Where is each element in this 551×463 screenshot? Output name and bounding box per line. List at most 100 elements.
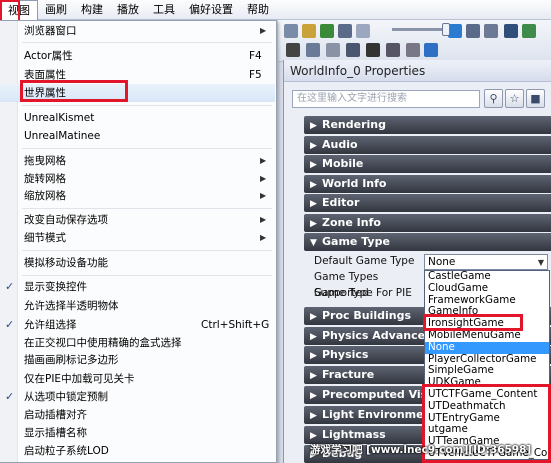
menu-item-detail-mode[interactable]: 细节模式 ▶ (0, 229, 275, 247)
option-mobilemenugame[interactable]: MobileMenuGame (425, 329, 549, 342)
menu-item-actor-properties[interactable]: Actor属性 F4 (0, 47, 275, 65)
menu-item-browser-windows[interactable]: 浏览器窗口 ▶ (0, 22, 275, 40)
menu-item-label: 启动粒子系统LOD (24, 445, 109, 457)
category-world-info[interactable]: ▶ World Info (304, 175, 551, 193)
tool-icon-e[interactable] (286, 43, 300, 57)
editor-toolbar (278, 20, 551, 62)
search-button[interactable]: ⚲ (484, 89, 503, 108)
menu-tools[interactable]: 工具 (146, 0, 182, 20)
submenu-arrow-icon: ▶ (260, 215, 267, 224)
menu-item-socket-snapping[interactable]: 启动插槽对齐 (0, 406, 275, 424)
menu-separator (22, 148, 272, 149)
play-icon[interactable] (424, 43, 438, 57)
menu-separator (22, 208, 272, 209)
menu-item-label: 显示插槽名称 (24, 427, 87, 439)
tool-icon-a[interactable] (284, 24, 298, 38)
submenu-arrow-icon: ▶ (260, 26, 267, 35)
menu-item-world-properties[interactable]: 世界属性 (0, 84, 275, 102)
selected-value: None (428, 256, 456, 268)
menu-brush[interactable]: 画刷 (38, 0, 74, 20)
category-label: Audio (322, 138, 358, 151)
menu-item-autosave-options[interactable]: 改变自动保存选项 ▶ (0, 211, 275, 229)
category-zone-info[interactable]: ▶ Zone Info (304, 214, 551, 232)
menu-item-label: 拖曳网格 (24, 155, 66, 167)
tool-icon-m[interactable] (484, 24, 498, 38)
menu-build[interactable]: 构建 (74, 0, 110, 20)
expand-arrow-icon: ▶ (310, 371, 317, 381)
menu-item-emulate-mobile[interactable]: 模拟移动设备功能 (0, 254, 275, 272)
tool-icon-i[interactable] (386, 43, 400, 57)
menu-item-label: 旋转网格 (24, 173, 66, 185)
category-game-type[interactable]: ▼ Game Type (304, 233, 551, 251)
menu-preferences[interactable]: 偏好设置 (182, 0, 240, 20)
properties-title: WorldInfo_0 Properties (284, 60, 551, 82)
menu-item-select-translucent[interactable]: 允许选择半透明物体 (0, 297, 275, 315)
menu-item-label: 浏览器窗口 (24, 25, 77, 37)
menu-item-draw-brush-markers[interactable]: 描画画刷标记多边形 (0, 351, 275, 369)
prop-game-type-for-pie: Game Type For PIE (314, 287, 412, 299)
tool-icon-l[interactable] (466, 24, 480, 38)
category-editor[interactable]: ▶ Editor (304, 194, 551, 212)
tool-icon-c[interactable] (338, 24, 352, 38)
category-rendering[interactable]: ▶ Rendering (304, 116, 551, 134)
option-utctfgame-content[interactable]: UTCTFGame_Content (425, 388, 549, 401)
menu-item-lock-prefabs[interactable]: ✓ 从选项中锁定预制 (0, 388, 275, 406)
zoom-slider-knob[interactable] (442, 23, 450, 36)
kismet-icon[interactable] (320, 24, 334, 38)
expand-arrow-icon: ▶ (310, 312, 317, 322)
menu-item-load-visible-levels-pie[interactable]: 仅在PIE中加载可见关卡 (0, 370, 275, 388)
menu-item-show-transform-widget[interactable]: ✓ 显示变换控件 (0, 278, 275, 296)
eye-icon[interactable] (326, 43, 340, 57)
tool-icon-j[interactable] (406, 43, 420, 57)
tool-icon-b[interactable] (302, 24, 316, 38)
menu-item-drag-grid[interactable]: 拖曳网格 ▶ (0, 152, 275, 170)
menu-item-label: 描画画刷标记多边形 (24, 354, 119, 366)
menu-separator (22, 250, 272, 251)
default-game-type-select[interactable]: None ▼ (424, 254, 548, 270)
menu-item-show-socket-names[interactable]: 显示插槽名称 (0, 424, 275, 442)
expand-arrow-icon: ▶ (310, 391, 317, 401)
menu-item-rotation-grid[interactable]: 旋转网格 ▶ (0, 170, 275, 188)
submenu-arrow-icon: ▶ (260, 156, 267, 165)
menu-item-group-selection[interactable]: ✓ 允许组选择 Ctrl+Shift+G (0, 316, 275, 334)
menu-item-unrealmatinee[interactable]: UnrealMatinee (0, 127, 275, 145)
search-input[interactable]: 在这里输入文字进行搜索 (292, 90, 480, 108)
menu-help[interactable]: 帮助 (240, 0, 276, 20)
menu-item-label: 允许组选择 (24, 319, 77, 331)
option-none[interactable]: None (425, 341, 549, 354)
tool-icon-h[interactable] (366, 43, 380, 57)
menu-item-scale-grid[interactable]: 缩放网格 ▶ (0, 187, 275, 205)
menu-item-unrealkismet[interactable]: UnrealKismet (0, 109, 275, 127)
tool-icon-g[interactable] (346, 43, 360, 57)
menu-separator (22, 105, 272, 106)
option-utdeathmatch[interactable]: UTDeathmatch (425, 400, 549, 413)
menu-item-shortcut: F4 (249, 50, 262, 62)
expand-arrow-icon: ▶ (310, 180, 317, 190)
menu-item-surface-properties[interactable]: 表面属性 F5 (0, 66, 275, 84)
lock-icon[interactable]: ■ (526, 89, 545, 108)
category-mobile[interactable]: ▶ Mobile (304, 155, 551, 173)
menu-item-strict-box-selection[interactable]: 在正交视口中使用精确的盒式选择 (0, 334, 275, 352)
checkmark-icon: ✓ (5, 390, 15, 403)
expand-arrow-icon: ▶ (310, 332, 317, 342)
menu-separator (22, 275, 272, 276)
star-icon[interactable]: ☆ (505, 89, 524, 108)
chevron-down-icon: ▼ (537, 258, 544, 267)
category-label: Lightmass (322, 428, 386, 441)
tool-icon-k[interactable] (448, 24, 462, 38)
menu-view[interactable]: 视图 (0, 0, 38, 21)
shield-icon[interactable] (504, 24, 518, 38)
tool-icon-n[interactable] (522, 24, 536, 38)
tool-icon-f[interactable] (306, 43, 320, 57)
menu-bar: 视图 画刷 构建 播放 工具 偏好设置 帮助 (0, 0, 551, 21)
category-label: Fracture (322, 368, 375, 381)
menu-play[interactable]: 播放 (110, 0, 146, 20)
menu-item-particle-lod[interactable]: 启动粒子系统LOD (0, 442, 275, 460)
menu-item-shortcut: F5 (249, 69, 262, 81)
menu-item-label: 允许选择半透明物体 (24, 300, 119, 312)
tool-icon-d[interactable] (356, 24, 370, 38)
menu-item-label: 模拟移动设备功能 (24, 257, 108, 269)
menu-separator (22, 42, 272, 43)
category-audio[interactable]: ▶ Audio (304, 136, 551, 154)
option-cloudgame[interactable]: CloudGame (425, 282, 549, 295)
